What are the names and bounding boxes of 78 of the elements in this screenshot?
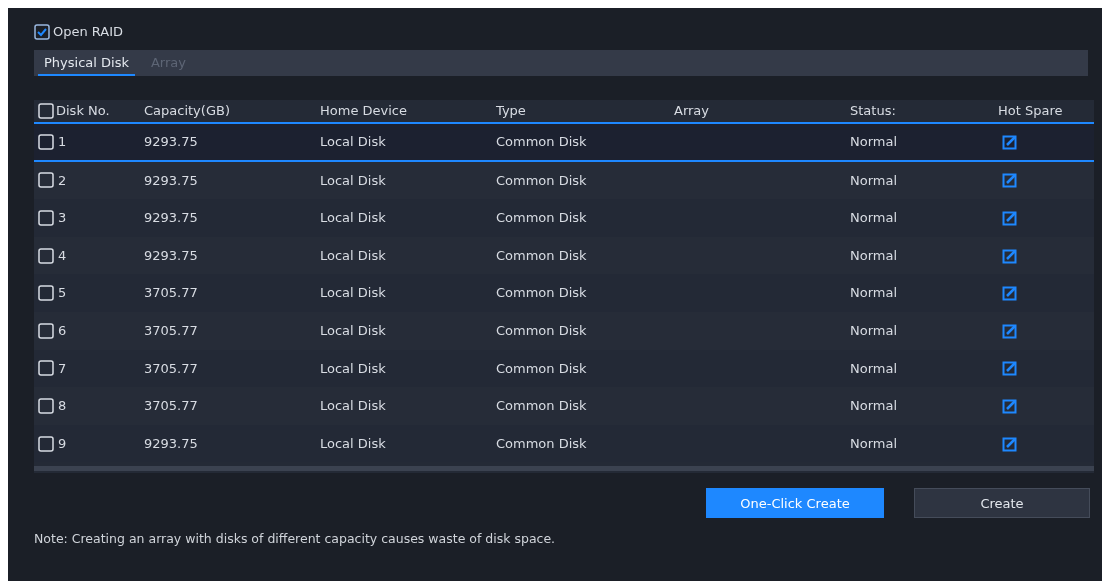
checkbox[interactable] — [38, 435, 54, 452]
column-header: Array — [674, 102, 709, 121]
table-cell: 3705.77 — [144, 398, 198, 414]
edit-icon[interactable] — [1002, 285, 1018, 302]
table-cell: Common Disk — [496, 134, 587, 150]
table-cell: Local Disk — [320, 435, 386, 451]
table-cell-text: 7 — [58, 359, 67, 378]
column-header: Type — [496, 102, 526, 121]
table-cell: Normal — [850, 210, 898, 226]
table-cell: Normal — [850, 323, 898, 338]
column-header: Hot Spare — [998, 102, 1063, 121]
table-cell: 9293.75 — [144, 134, 198, 150]
table-cell: Common Disk — [496, 172, 587, 188]
column-header: Status: — [850, 102, 896, 121]
table-cell: Common Disk — [496, 210, 587, 226]
table-cell: 9293.75 — [144, 172, 198, 188]
table-cell: Local Disk — [320, 247, 386, 263]
table-cell: 9293.75 — [144, 247, 198, 263]
table-row[interactable]: 1 9293.75 Local Disk Common Disk Normal — [34, 124, 1094, 162]
table-cell: Common Disk — [496, 247, 587, 263]
checkbox[interactable] — [38, 210, 54, 226]
edit-icon[interactable] — [1002, 172, 1018, 189]
edit-icon[interactable] — [1002, 247, 1018, 264]
table-cell: Common Disk — [496, 323, 587, 338]
table-cell: Normal — [850, 360, 898, 376]
tab[interactable]: Physical Disk — [38, 52, 135, 76]
table-cell: 9293.75 — [144, 210, 198, 226]
table-cell: Common Disk — [496, 285, 587, 301]
table-cell: Normal — [850, 134, 898, 150]
table-cell: Normal — [850, 172, 898, 188]
checkbox[interactable] — [38, 247, 54, 264]
edit-icon[interactable] — [1002, 210, 1018, 226]
table-cell: Local Disk — [320, 398, 386, 414]
table-cell: Local Disk — [320, 134, 386, 150]
note-text: Note: Creating an array with disks of different capacity causes waste of disk space. — [34, 530, 557, 549]
edit-icon[interactable] — [1002, 133, 1018, 150]
table-cell: Local Disk — [320, 210, 386, 226]
table-cell: Normal — [850, 285, 898, 301]
checkbox[interactable] — [38, 322, 54, 339]
checkbox-label: Open RAID — [53, 23, 124, 42]
table-cell: Common Disk — [496, 360, 587, 376]
table-cell: Normal — [850, 435, 898, 451]
edit-icon[interactable] — [1002, 322, 1018, 339]
checkbox[interactable] — [38, 360, 54, 377]
table-cell: Local Disk — [320, 172, 386, 188]
table-cell: 3705.77 — [144, 323, 198, 338]
column-header: Capacity(GB) — [144, 102, 230, 121]
checkbox[interactable] — [38, 397, 54, 414]
checkbox[interactable] — [38, 133, 54, 150]
table-cell-text: 6 — [58, 322, 67, 340]
table-cell: 3705.77 — [144, 285, 198, 301]
checkbox[interactable] — [38, 172, 54, 189]
table-cell: Normal — [850, 398, 898, 414]
table-cell: Local Disk — [320, 360, 386, 376]
table-cell: Normal — [850, 247, 898, 263]
table-cell: Common Disk — [496, 435, 587, 451]
checkbox[interactable] — [38, 103, 54, 119]
edit-icon[interactable] — [1002, 435, 1018, 452]
table-cell-text: 8 — [58, 397, 67, 416]
table-cell: 9293.75 — [144, 435, 198, 451]
checkbox[interactable] — [38, 285, 54, 302]
table-cell-text: 5 — [58, 284, 67, 303]
table-cell: Common Disk — [496, 398, 587, 414]
column-header: Home Device — [320, 102, 407, 121]
table-cell-text: 9 — [58, 434, 67, 453]
checkbox[interactable] — [34, 24, 50, 40]
edit-icon[interactable] — [1002, 397, 1018, 414]
table-cell: Local Disk — [320, 285, 386, 301]
table-cell-text: 1 — [58, 133, 67, 152]
column-header: Disk No. — [56, 102, 110, 121]
table-cell-text: 4 — [58, 246, 67, 265]
scroll-bar[interactable] — [34, 466, 1094, 472]
table-cell: Local Disk — [320, 323, 386, 338]
create-button[interactable]: Create — [914, 488, 1090, 519]
table-cell-text: 2 — [58, 171, 67, 190]
table-cell: 3705.77 — [144, 360, 198, 376]
table-cell-text: 3 — [58, 209, 67, 228]
edit-icon[interactable] — [1002, 360, 1018, 377]
